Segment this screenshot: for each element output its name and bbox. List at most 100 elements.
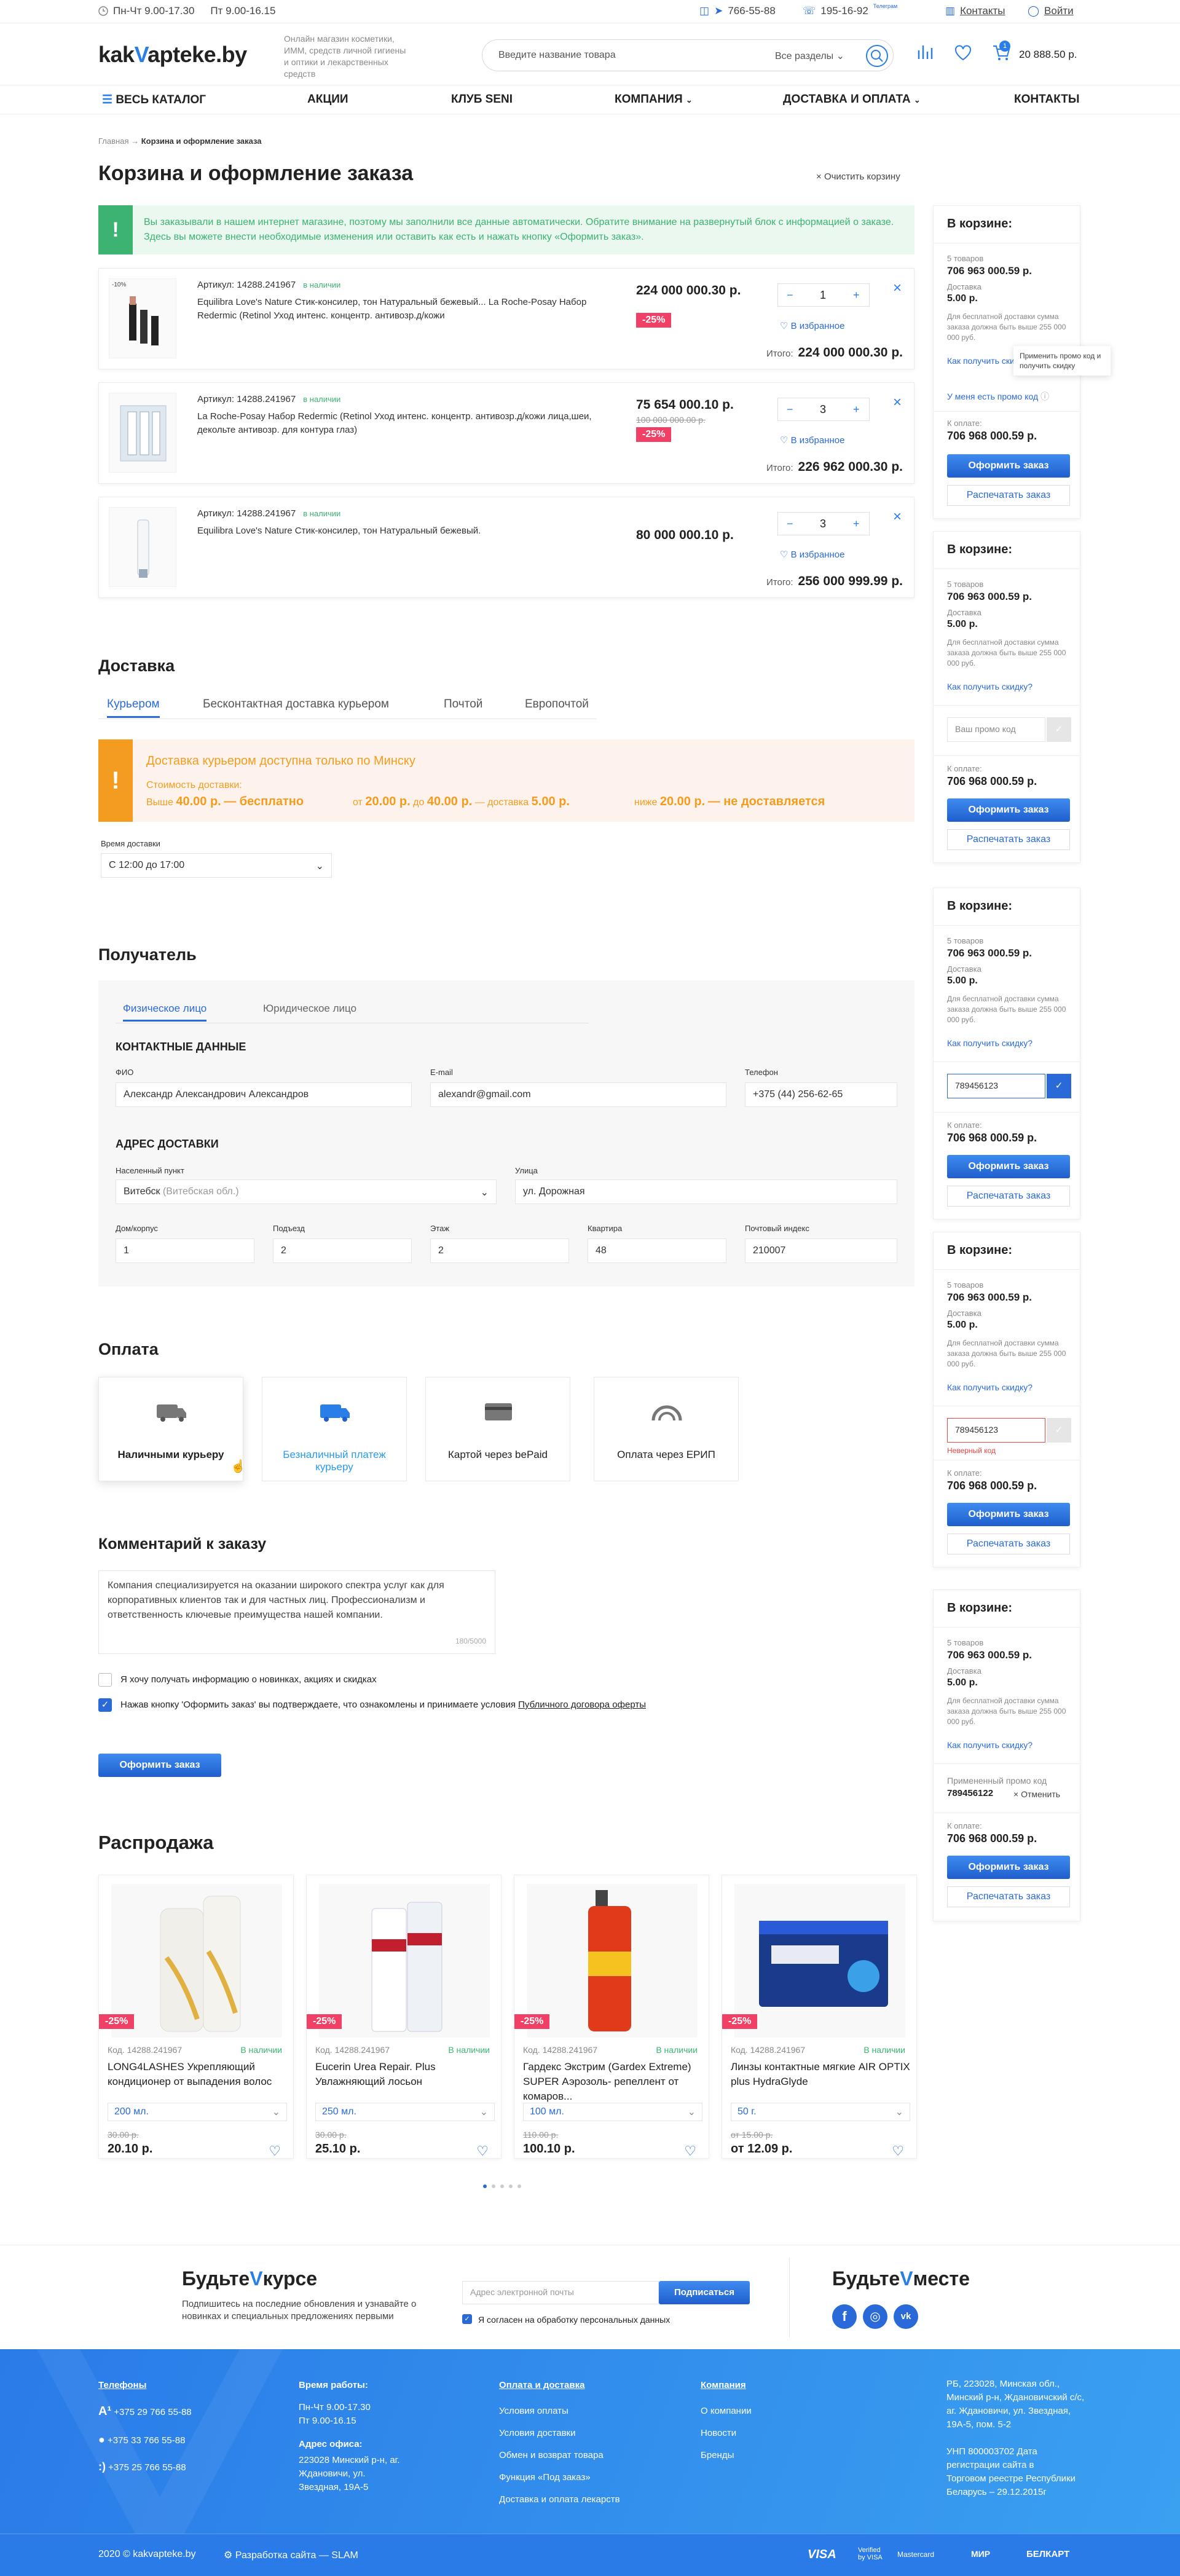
pay-delivery-heading[interactable]: Оплата и доставка [499,2380,584,2390]
minus-icon[interactable]: − [787,518,793,530]
login-link[interactable]: ◯ Войти [1028,5,1074,17]
remove-item-icon[interactable]: × [893,394,902,411]
print-order-button[interactable]: Распечатать заказ [947,829,1070,850]
compare-icon[interactable] [916,43,934,65]
tab-individual[interactable]: Физическое лицо [123,1002,207,1022]
sale-product-card[interactable]: -25% Код. 14288.241967 В наличии Гардекс… [514,1875,709,2159]
footer-link-delivery[interactable]: Условия доставки [499,2427,575,2440]
carousel-dot[interactable] [483,2184,487,2188]
plus-icon[interactable]: + [853,403,860,416]
add-to-favorites[interactable]: ♡ В избранное [780,549,844,560]
city-select[interactable]: Витебск (Витебская обл.) ⌄ [116,1180,497,1204]
tab-post[interactable]: Почтой [444,698,482,711]
footer-link-brands[interactable]: Бренды [701,2449,734,2462]
nav-delivery[interactable]: ДОСТАВКА И ОПЛАТА ⌄ [783,93,921,106]
product-image[interactable] [111,1884,282,2038]
product-name[interactable]: Equilibra Love's Nature Стик-консилер, т… [197,524,603,538]
comment-textarea[interactable]: Компания специализируется на оказании ши… [98,1570,495,1654]
submit-order-button[interactable]: Оформить заказ [98,1754,221,1777]
discount-link[interactable]: Как получить скидку? [947,1038,1032,1048]
search-bar[interactable]: Введите название товара Все разделы ⌄ [482,39,894,71]
developer-credit[interactable]: ⚙ Разработка сайта — SLAM [224,2549,358,2561]
product-image[interactable] [109,507,176,587]
subscribe-button[interactable]: Подписаться [659,2281,750,2304]
sidebar-submit-button[interactable]: Оформить заказ [947,1856,1070,1879]
plus-icon[interactable]: + [853,289,860,302]
phone-1-number[interactable]: 766-55-88 [728,5,776,17]
tab-europost[interactable]: Европочтой [525,698,589,711]
minus-icon[interactable]: − [787,289,793,302]
remove-item-icon[interactable]: × [893,508,902,526]
print-order-button[interactable]: Распечатать заказ [947,1186,1070,1207]
footer-link-medicine[interactable]: Доставка и оплата лекарств [499,2493,620,2507]
clear-cart-button[interactable]: × Очистить корзину [816,171,900,182]
promo-input[interactable]: 789456123 [947,1074,1045,1098]
apply-promo-button[interactable]: ✓ [1047,1418,1071,1443]
instagram-icon[interactable]: ◎ [863,2304,887,2329]
nav-contacts[interactable]: КОНТАКТЫ [1014,93,1080,106]
search-input[interactable]: Введите название товара [498,50,616,61]
email-field[interactable]: alexandr@gmail.com [430,1082,726,1107]
nav-company[interactable]: КОМПАНИЯ ⌄ [615,93,693,106]
sale-product-card[interactable]: -25% Код. 14288.241967 В наличии Eucerin… [306,1875,502,2159]
footer-link-returns[interactable]: Обмен и возврат товара [499,2449,604,2462]
nav-catalog[interactable]: ☰ ВЕСЬ КАТАЛОГ [102,93,206,107]
favorites-icon[interactable] [954,44,972,65]
heart-icon[interactable]: ♡ [476,2143,489,2159]
quantity-value[interactable]: 3 [820,518,826,530]
payment-cashless-courier[interactable]: Безналичный платеж курьеру [262,1377,407,1481]
sidebar-submit-button[interactable]: Оформить заказ [947,454,1070,478]
promo-input[interactable]: 789456123 [947,1418,1045,1443]
volume-select[interactable]: 100 мл. ⌄ [523,2103,702,2121]
cancel-promo-button[interactable]: × Отменить [1013,1789,1060,1799]
quantity-stepper[interactable]: − 3 + [777,398,870,421]
house-field[interactable]: 1 [116,1239,254,1263]
porch-field[interactable]: 2 [273,1239,412,1263]
carousel-dot[interactable] [492,2184,495,2188]
sale-product-card[interactable]: -25% Код. 14288.241967 В наличии LONG4LA… [98,1875,294,2159]
promo-input[interactable]: Ваш промо код [947,717,1045,742]
discount-link[interactable]: Как получить скидку? [947,682,1032,691]
sidebar-submit-button[interactable]: Оформить заказ [947,1503,1070,1526]
quantity-value[interactable]: 3 [820,403,826,416]
zip-field[interactable]: 210007 [745,1239,897,1263]
offer-link[interactable]: Публичного договора оферты [518,1700,646,1710]
search-section-select[interactable]: Все разделы ⌄ [775,50,844,62]
product-name[interactable]: Eucerin Urea Repair. Plus Увлажняющий ло… [315,2060,495,2089]
product-name[interactable]: LONG4LASHES Укрепляющий кондиционер от в… [108,2060,287,2089]
contacts-link[interactable]: ▥ Контакты [945,5,1005,17]
add-to-favorites[interactable]: ♡ В избранное [780,435,844,446]
fio-field[interactable]: Александр Александрович Александров [116,1082,412,1107]
print-order-button[interactable]: Распечатать заказ [947,1534,1070,1554]
footer-link-payment[interactable]: Условия оплаты [499,2405,568,2418]
carousel-dot[interactable] [509,2184,513,2188]
heart-icon[interactable]: ♡ [684,2143,696,2159]
phone-2-number[interactable]: 195-16-92 [820,5,868,17]
volume-select[interactable]: 250 мл. ⌄ [315,2103,495,2121]
phone-1[interactable]: ◫ ➤ 766-55-88 [699,5,776,17]
volume-select[interactable]: 200 мл. ⌄ [108,2103,287,2121]
apply-promo-button[interactable]: ✓ [1047,717,1071,742]
facebook-icon[interactable]: f [832,2304,857,2329]
discount-link[interactable]: Как получить скидку? [947,1382,1032,1392]
tab-legal[interactable]: Юридическое лицо [263,1002,356,1015]
minus-icon[interactable]: − [787,403,793,416]
vk-icon[interactable]: vk [894,2304,918,2329]
footer-phone-2[interactable]: ● +375 33 766 55-88 [98,2433,185,2448]
street-field[interactable]: ул. Дорожная [515,1180,897,1204]
tab-courier[interactable]: Курьером [107,698,160,718]
sidebar-submit-button[interactable]: Оформить заказ [947,1155,1070,1178]
product-image[interactable]: -10% [109,278,176,358]
product-name[interactable]: Equilibra Love's Nature Стик-консилер, т… [197,296,603,323]
company-heading[interactable]: Компания [701,2380,746,2390]
product-image[interactable] [734,1884,905,2038]
carousel-dot[interactable] [500,2184,504,2188]
phone-2[interactable]: ☏ 195-16-92 Телеграм [803,3,897,17]
payment-erip[interactable]: Оплата через ЕРИП [594,1377,739,1481]
quantity-stepper[interactable]: − 1 + [777,283,870,307]
login-label[interactable]: Войти [1044,5,1074,17]
add-to-favorites[interactable]: ♡ В избранное [780,320,844,331]
contacts-label[interactable]: Контакты [960,5,1005,17]
payment-bepaid[interactable]: Картой через bePaid [425,1377,570,1481]
nav-promos[interactable]: АКЦИИ [307,93,348,106]
